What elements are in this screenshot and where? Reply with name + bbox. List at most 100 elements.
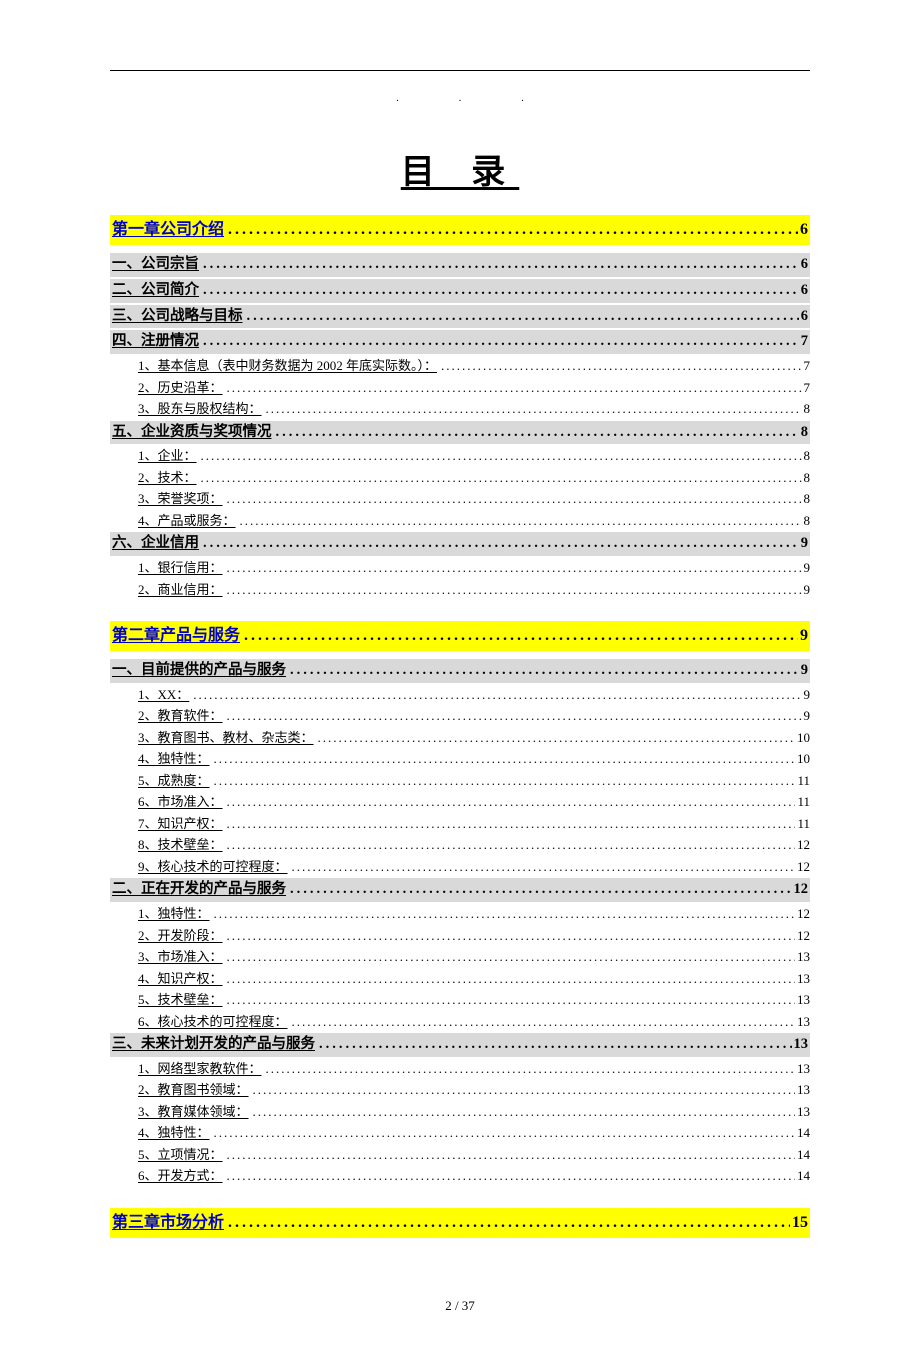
toc-entry[interactable]: 3、教育媒体领域：13 [110,1102,810,1122]
toc-leader [223,1145,795,1165]
toc-leader [199,254,799,276]
toc-page-number: 9 [802,580,811,600]
toc-entry[interactable]: 6、市场准入： 11 [110,792,810,812]
toc-page-number: 13 [795,990,810,1010]
toc-entry[interactable]: 5、成熟度：11 [110,771,810,791]
toc-entry[interactable]: 三、未来计划开发的产品与服务13 [110,1033,810,1057]
toc-label: 2、历史沿革： [138,378,223,398]
toc-entry[interactable]: 4、独特性：10 [110,749,810,769]
toc-page-number: 9 [799,533,808,555]
toc-entry[interactable]: 1、独特性：12 [110,904,810,924]
toc-entry[interactable]: 9、核心技术的可控程度： 12 [110,857,810,877]
toc-page-number: 9 [802,558,811,578]
toc-label: 9、核心技术的可控程度： [138,857,288,877]
toc-leader [272,422,799,444]
toc-label: 6、核心技术的可控程度： [138,1012,288,1032]
toc-entry[interactable]: 7、知识产权：11 [110,814,810,834]
toc-entry[interactable]: 2、开发阶段：12 [110,926,810,946]
toc-label: 4、知识产权： [138,969,223,989]
toc-page-number: 15 [790,1211,808,1235]
toc-leader [286,879,792,901]
toc-label: 一、公司宗旨 [112,254,199,276]
toc-page-number: 11 [795,792,810,812]
toc-entry[interactable]: 3、市场准入：13 [110,947,810,967]
toc-label: 1、企业： [138,446,197,466]
toc-entry[interactable]: 3、荣誉奖项：8 [110,489,810,509]
toc-leader [197,446,802,466]
toc-page-number: 8 [802,468,811,488]
toc-leader [223,792,796,812]
toc-entry[interactable]: 4、知识产权：13 [110,969,810,989]
toc-entry[interactable]: 一、目前提供的产品与服务9 [110,659,810,683]
toc-label: 4、独特性： [138,1123,210,1143]
toc-leader [223,489,802,509]
toc-page-number: 12 [795,835,810,855]
toc-label: 二、公司简介 [112,280,199,302]
toc-page-number: 8 [799,422,808,444]
toc-entry[interactable]: 1、银行信用： 9 [110,558,810,578]
toc-leader [224,1211,790,1235]
toc-label: 3、教育媒体领域： [138,1102,249,1122]
toc-entry[interactable]: 1、XX：9 [110,685,810,705]
toc-entry[interactable]: 3、股东与股权结构： 8 [110,399,810,419]
toc-entry[interactable]: 2、教育图书领域：13 [110,1080,810,1100]
toc-entry[interactable]: 4、独特性：14 [110,1123,810,1143]
toc-label: 3、荣誉奖项： [138,489,223,509]
toc-page-number: 6 [799,254,808,276]
toc-label: 6、开发方式： [138,1166,223,1186]
toc-label: 8、技术壁垒： [138,835,223,855]
toc-page-number: 13 [792,1034,809,1056]
toc-entry[interactable]: 8、技术壁垒： 12 [110,835,810,855]
toc-entry[interactable]: 2、教育软件：9 [110,706,810,726]
toc-entry[interactable]: 3、教育图书、教材、杂志类： 10 [110,728,810,748]
toc-entry[interactable]: 2、商业信用：9 [110,580,810,600]
toc-entry[interactable]: 2、历史沿革：7 [110,378,810,398]
toc-entry[interactable]: 第二章产品与服务9 [110,621,810,651]
toc-label: 第三章市场分析 [112,1211,224,1235]
toc-page-number: 13 [795,1080,810,1100]
toc-page-number: 8 [802,399,811,419]
toc-label: 1、银行信用： [138,558,223,578]
toc-leader [286,660,799,682]
toc-page-number: 6 [799,306,808,328]
toc-leader [223,926,795,946]
toc-label: 2、教育软件： [138,706,223,726]
toc-label: 6、市场准入： [138,792,223,812]
toc-leader [223,990,795,1010]
toc-entry[interactable]: 二、公司简介 6 [110,279,810,303]
toc-leader [288,857,795,877]
toc-entry[interactable]: 三、公司战略与目标6 [110,305,810,329]
toc-label: 1、基本信息（表中财务数据为 2002 年底实际数。）： [138,356,437,376]
toc-entry[interactable]: 6、核心技术的可控程度：13 [110,1012,810,1032]
toc-entry[interactable]: 1、企业：8 [110,446,810,466]
toc-leader [223,580,802,600]
toc-entry[interactable]: 四、注册情况7 [110,330,810,354]
toc-page-number: 11 [795,814,810,834]
toc-entry[interactable]: 五、企业资质与奖项情况 8 [110,421,810,445]
toc-label: 3、教育图书、教材、杂志类： [138,728,314,748]
toc-page-number: 12 [795,857,810,877]
toc-label: 五、企业资质与奖项情况 [112,422,272,444]
toc-entry[interactable]: 一、公司宗旨 6 [110,253,810,277]
toc-entry[interactable]: 5、技术壁垒：13 [110,990,810,1010]
toc-entry[interactable]: 5、立项情况：14 [110,1145,810,1165]
toc-entry[interactable]: 二、正在开发的产品与服务12 [110,878,810,902]
toc-entry[interactable]: 六、企业信用9 [110,532,810,556]
toc-entry[interactable]: 2、技术：8 [110,468,810,488]
toc-entry[interactable]: 1、网络型家教软件：13 [110,1059,810,1079]
toc-label: 2、开发阶段： [138,926,223,946]
toc-page-number: 10 [795,728,810,748]
toc-leader [210,1123,795,1143]
toc-label: 3、股东与股权结构： [138,399,262,419]
toc-leader [262,1059,795,1079]
toc-leader [223,814,796,834]
toc-leader [236,511,802,531]
toc-entry[interactable]: 第一章公司介绍6 [110,215,810,245]
toc-label: 4、独特性： [138,749,210,769]
toc-entry[interactable]: 第三章市场分析 15 [110,1208,810,1238]
toc-entry[interactable]: 6、开发方式：14 [110,1166,810,1186]
toc-entry[interactable]: 4、产品或服务：8 [110,511,810,531]
toc-entry[interactable]: 1、基本信息（表中财务数据为 2002 年底实际数。）：7 [110,356,810,376]
toc-leader [262,399,802,419]
toc-page-number: 6 [799,280,808,302]
